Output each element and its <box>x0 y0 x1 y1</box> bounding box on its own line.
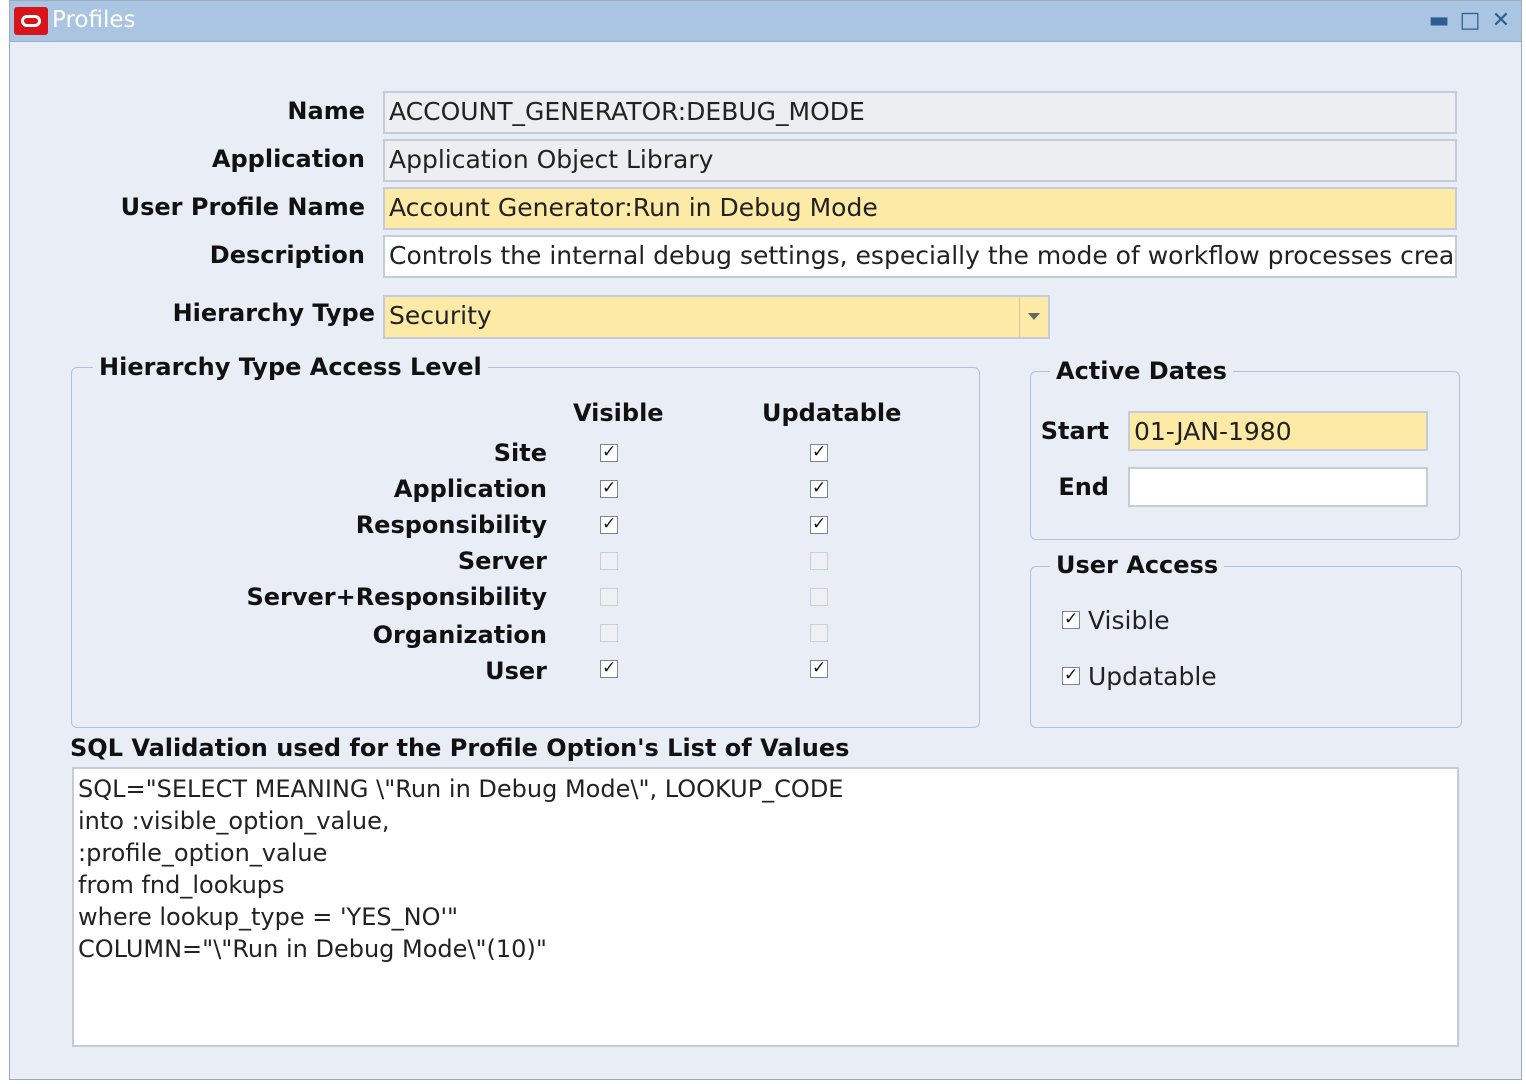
site-updatable-checkbox[interactable] <box>810 442 828 462</box>
sql-line: into :visible_option_value, <box>78 807 390 835</box>
level-label-responsibility: Responsibility <box>355 511 547 539</box>
organization-visible-checkbox <box>600 624 618 642</box>
start-date-field[interactable]: 01-JAN-1980 <box>1128 411 1428 451</box>
user-access-updatable-checkbox[interactable] <box>1062 665 1080 685</box>
level-label-organization: Organization <box>372 621 547 649</box>
user-visible-checkbox[interactable] <box>600 658 618 678</box>
description-label: Description <box>209 241 365 269</box>
sql-validation-textarea[interactable]: SQL="SELECT MEANING \"Run in Debug Mode\… <box>72 767 1459 1047</box>
application-updatable-checkbox[interactable] <box>810 478 828 498</box>
server-responsibility-updatable-checkbox <box>810 588 828 606</box>
chevron-down-icon[interactable] <box>1019 297 1048 337</box>
user-profile-name-field[interactable]: Account Generator:Run in Debug Mode <box>383 187 1457 230</box>
close-icon[interactable]: ✕ <box>1489 9 1513 33</box>
level-label-server-responsibility: Server+Responsibility <box>246 583 547 611</box>
user-access-visible-checkbox[interactable] <box>1062 609 1080 629</box>
minimize-icon[interactable]: ▬ <box>1427 9 1451 33</box>
end-date-field[interactable] <box>1128 467 1428 507</box>
responsibility-updatable-checkbox[interactable] <box>810 514 828 534</box>
hierarchy-type-value: Security <box>389 301 492 330</box>
active-dates-title: Active Dates <box>1050 357 1233 385</box>
title-bar[interactable]: Profiles ▬ □ ✕ <box>10 1 1521 42</box>
end-date-label: End <box>1058 473 1109 501</box>
sql-line: from fnd_lookups <box>78 871 285 899</box>
oracle-logo-icon <box>14 7 48 35</box>
organization-updatable-checkbox <box>810 624 828 642</box>
updatable-column-header: Updatable <box>762 399 902 427</box>
name-label: Name <box>287 97 365 125</box>
visible-column-header: Visible <box>573 399 664 427</box>
profiles-window: Profiles ▬ □ ✕ Name ACCOUNT_GENERATOR:DE… <box>9 0 1522 1080</box>
application-visible-checkbox[interactable] <box>600 478 618 498</box>
start-date-label: Start <box>1040 417 1109 445</box>
active-dates-group <box>1030 371 1460 540</box>
user-access-group <box>1030 566 1462 728</box>
level-label-user: User <box>485 657 547 685</box>
user-access-visible-label: Visible <box>1088 606 1170 635</box>
application-label: Application <box>211 145 365 173</box>
hierarchy-type-label: Hierarchy Type <box>172 299 375 327</box>
site-visible-checkbox[interactable] <box>600 442 618 462</box>
user-access-title: User Access <box>1050 551 1225 579</box>
access-level-title: Hierarchy Type Access Level <box>93 353 488 381</box>
description-field[interactable]: Controls the internal debug settings, es… <box>383 235 1457 278</box>
sql-line: COLUMN="\"Run in Debug Mode\"(10)" <box>78 935 547 963</box>
sql-validation-label: SQL Validation used for the Profile Opti… <box>70 734 850 762</box>
user-updatable-checkbox[interactable] <box>810 658 828 678</box>
sql-line: :profile_option_value <box>78 839 328 867</box>
application-field[interactable]: Application Object Library <box>383 139 1457 182</box>
window-title: Profiles <box>52 7 136 33</box>
hierarchy-type-select[interactable]: Security <box>383 295 1050 339</box>
level-label-server: Server <box>457 547 547 575</box>
sql-line: where lookup_type = 'YES_NO'" <box>78 903 459 931</box>
user-access-updatable-label: Updatable <box>1088 662 1217 691</box>
server-updatable-checkbox <box>810 552 828 570</box>
sql-line: SQL="SELECT MEANING \"Run in Debug Mode\… <box>78 775 844 803</box>
name-field[interactable]: ACCOUNT_GENERATOR:DEBUG_MODE <box>383 91 1457 134</box>
user-profile-name-label: User Profile Name <box>120 193 365 221</box>
level-label-site: Site <box>493 439 547 467</box>
level-label-application: Application <box>393 475 547 503</box>
maximize-icon[interactable]: □ <box>1458 9 1482 33</box>
responsibility-visible-checkbox[interactable] <box>600 514 618 534</box>
server-visible-checkbox <box>600 552 618 570</box>
server-responsibility-visible-checkbox <box>600 588 618 606</box>
